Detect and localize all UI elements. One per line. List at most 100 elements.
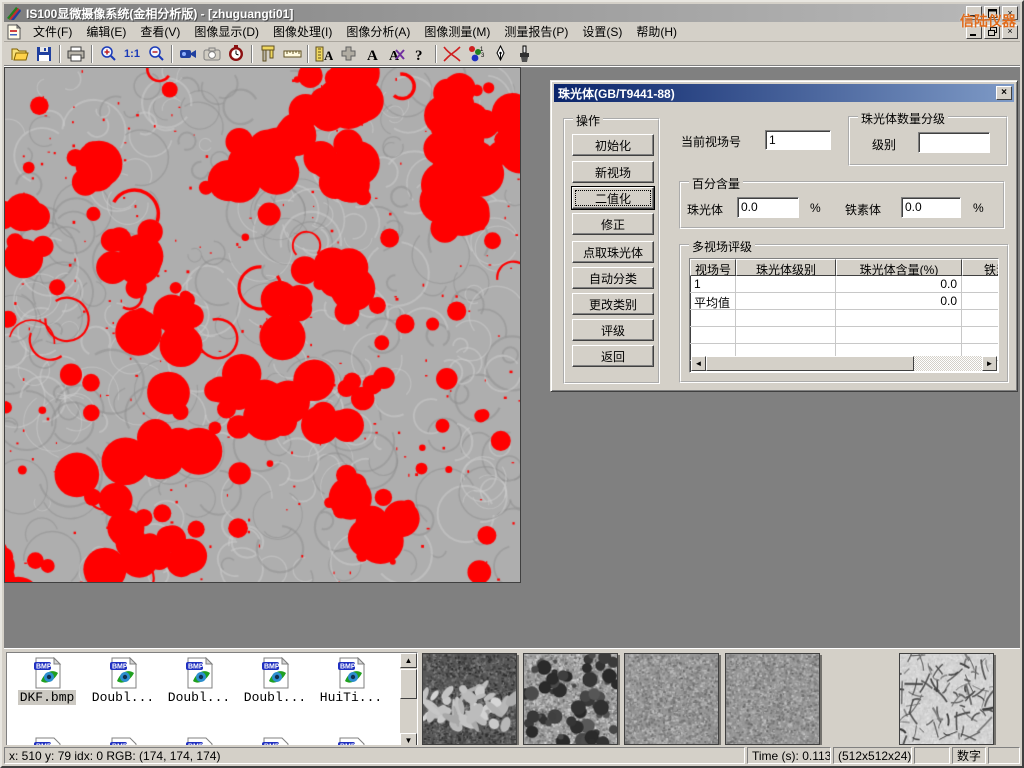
menu-image-display[interactable]: 图像显示(D) — [187, 21, 266, 42]
pearlite-label: 珠光体 — [687, 201, 723, 218]
bottom-panel: BMP DKF.bmp BMP Doubl... — [4, 648, 1020, 751]
svg-text:?: ? — [415, 48, 423, 62]
auto-classify-button[interactable]: 自动分类 — [572, 267, 654, 289]
rate-button[interactable]: 评级 — [572, 319, 654, 341]
micrograph-image[interactable] — [4, 67, 521, 583]
zoom-out-icon[interactable] — [144, 43, 168, 65]
col-pearlite-grade: 珠光体级别 — [736, 259, 836, 276]
grade-group-label: 珠光体数量分级 — [858, 110, 948, 127]
file-item[interactable]: BMP DKF.bmp — [9, 657, 85, 705]
correct-button[interactable]: 修正 — [572, 213, 654, 235]
svg-text:3: 3 — [481, 53, 485, 59]
status-time: Time (s): 0.113 — [747, 747, 831, 764]
change-class-button[interactable]: 更改类别 — [572, 293, 654, 315]
app-window: IS100显微摄像系统(金相分析版) - [zhuguangti01] × 信陆… — [0, 0, 1024, 768]
cell-field: 1 — [690, 276, 736, 293]
text-style-icon[interactable]: A — [384, 43, 408, 65]
calibration-curve-icon[interactable] — [440, 43, 464, 65]
save-icon[interactable] — [32, 43, 56, 65]
new-field-button[interactable]: 新视场 — [572, 161, 654, 183]
grade-group: 珠光体数量分级 级别 — [848, 116, 1008, 166]
scroll-thumb[interactable] — [706, 356, 914, 371]
pen-icon[interactable] — [488, 43, 512, 65]
menu-image-process[interactable]: 图像处理(I) — [266, 21, 339, 42]
document-icon[interactable] — [6, 24, 23, 40]
thumbnail-4[interactable] — [725, 653, 820, 745]
ruler-icon[interactable] — [280, 43, 304, 65]
thumbnail-5[interactable] — [899, 653, 994, 745]
current-view-input[interactable]: 1 — [765, 130, 831, 150]
video-camera-icon[interactable] — [176, 43, 200, 65]
table-row[interactable]: 平均值 0.0 — [690, 293, 998, 310]
file-name[interactable]: HuiTi... — [318, 690, 384, 705]
thumbnail-2[interactable] — [523, 653, 618, 745]
brush-icon[interactable] — [512, 43, 536, 65]
init-button[interactable]: 初始化 — [572, 134, 654, 156]
scroll-up-icon[interactable]: ▲ — [400, 653, 417, 668]
file-item[interactable]: BMP Doubl... — [237, 657, 313, 705]
binarize-button[interactable]: 二值化 — [572, 187, 654, 209]
dialog-close-button[interactable]: × — [996, 86, 1012, 100]
status-bar: x: 510 y: 79 idx: 0 RGB: (174, 174, 174)… — [4, 745, 1020, 764]
zoom-in-icon[interactable] — [96, 43, 120, 65]
measure-text-icon[interactable]: A — [312, 43, 336, 65]
file-item[interactable]: BMP Doubl... — [85, 657, 161, 705]
timer-icon[interactable] — [224, 43, 248, 65]
scroll-thumb[interactable] — [400, 669, 417, 699]
camera-icon[interactable] — [200, 43, 224, 65]
thumbnail-1[interactable] — [422, 653, 517, 745]
grade-input[interactable] — [918, 132, 990, 153]
svg-text:BMP: BMP — [112, 664, 128, 671]
table-h-scrollbar[interactable]: ◄ ► — [691, 356, 997, 371]
menu-view[interactable]: 查看(V) — [133, 21, 187, 42]
menu-image-measure[interactable]: 图像测量(M) — [417, 21, 497, 42]
title-bar: IS100显微摄像系统(金相分析版) - [zhuguangti01] × — [4, 4, 1020, 22]
file-name[interactable]: DKF.bmp — [18, 690, 77, 705]
text-icon[interactable]: A — [360, 43, 384, 65]
caliper-icon[interactable] — [256, 43, 280, 65]
print-icon[interactable] — [64, 43, 88, 65]
dialog-title-bar[interactable]: 珠光体(GB/T9441-88) × — [554, 84, 1014, 102]
thumbnail-3[interactable] — [624, 653, 719, 745]
file-item[interactable]: BMP HuiTi... — [313, 657, 389, 705]
pick-pearlite-button[interactable]: 点取珠光体 — [572, 241, 654, 263]
file-v-scrollbar[interactable]: ▲ ▼ — [400, 653, 417, 748]
file-name[interactable]: Doubl... — [242, 690, 308, 705]
rating-table-header: 视场号 珠光体级别 珠光体含量(%) 铁素体 — [690, 259, 998, 276]
pearlite-dialog: 珠光体(GB/T9441-88) × 操作 初始化 新视场 二值化 修正 点取珠… — [550, 80, 1018, 392]
ferrite-percent-input[interactable]: 0.0 — [901, 197, 961, 218]
rating-table[interactable]: 视场号 珠光体级别 珠光体含量(%) 铁素体 1 0.0 平均值 — [689, 258, 999, 373]
help-icon[interactable]: ? — [408, 43, 432, 65]
scroll-left-icon[interactable]: ◄ — [691, 356, 706, 371]
toolbar-separator — [59, 45, 61, 63]
toolbar-separator — [171, 45, 173, 63]
col-ferrite: 铁素体 — [962, 259, 999, 276]
open-file-icon[interactable] — [8, 43, 32, 65]
cell-pearlite: 0.0 — [836, 293, 962, 310]
menu-image-analysis[interactable]: 图像分析(A) — [339, 21, 417, 42]
current-view-label: 当前视场号 — [681, 133, 741, 150]
file-browser[interactable]: BMP DKF.bmp BMP Doubl... — [6, 652, 418, 749]
ferrite-unit: % — [973, 201, 984, 215]
mdi-client-area: 珠光体(GB/T9441-88) × 操作 初始化 新视场 二值化 修正 点取珠… — [4, 67, 1020, 648]
return-button[interactable]: 返回 — [572, 345, 654, 367]
actual-size-icon[interactable]: 1:1 — [120, 43, 144, 65]
scroll-right-icon[interactable]: ► — [982, 356, 997, 371]
menu-settings[interactable]: 设置(S) — [575, 21, 629, 42]
scroll-track[interactable] — [914, 356, 982, 371]
move-cross-icon[interactable] — [336, 43, 360, 65]
menu-help[interactable]: 帮助(H) — [629, 21, 684, 42]
table-row-empty — [690, 327, 998, 344]
table-row[interactable]: 1 0.0 — [690, 276, 998, 293]
micrograph-canvas[interactable] — [5, 68, 520, 582]
menu-measure-report[interactable]: 测量报告(P) — [497, 21, 575, 42]
menu-file[interactable]: 文件(F) — [26, 21, 79, 42]
file-name[interactable]: Doubl... — [90, 690, 156, 705]
file-item[interactable]: BMP Doubl... — [161, 657, 237, 705]
menu-edit[interactable]: 编辑(E) — [79, 21, 133, 42]
classify-dots-icon[interactable]: 13 — [464, 43, 488, 65]
pearlite-percent-input[interactable]: 0.0 — [737, 197, 799, 218]
dialog-title: 珠光体(GB/T9441-88) — [558, 85, 675, 102]
file-name[interactable]: Doubl... — [166, 690, 232, 705]
bmp-file-icon: BMP — [32, 657, 62, 689]
